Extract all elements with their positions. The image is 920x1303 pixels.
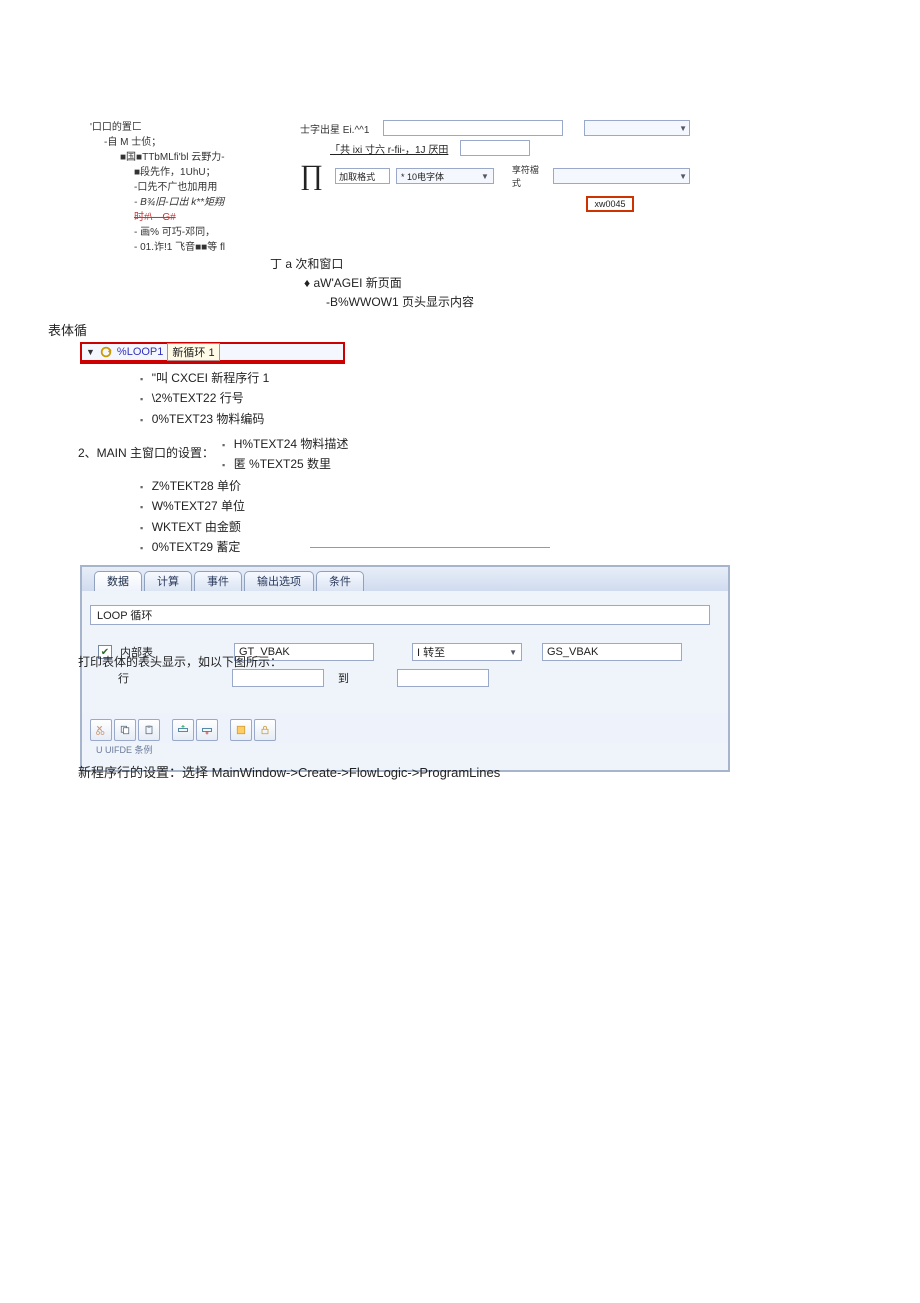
into-dropdown[interactable]: I 转至 ▼ (412, 643, 522, 661)
tl-line: - 01.诈!1 飞音■■等 fl (134, 240, 280, 255)
tab-bar: 数据 计算 事件 输出选项 条件 (82, 567, 728, 591)
chevron-down-icon: ▼ (679, 124, 687, 133)
paste-button[interactable] (138, 719, 160, 741)
paste-icon (143, 724, 155, 736)
tree-node: ♦ aW'AGEI 新页面 (304, 274, 474, 293)
list-item: 匿 %TEXT25 数里 (222, 454, 348, 474)
loop-title-input[interactable]: LOOP 循环 (90, 605, 710, 625)
list-item: Z%TEKT28 单价 (140, 476, 245, 496)
where-toolbar (82, 713, 728, 743)
red-highlight-box: xw0045 (586, 196, 633, 212)
style-dropdown[interactable]: ▼ (584, 120, 690, 136)
into-target-input[interactable]: GS_VBAK (542, 643, 682, 661)
list-item: "叫 CXCEI 新程序行 1 (140, 368, 269, 388)
insert-row-icon (177, 724, 189, 736)
cut-button[interactable] (90, 719, 112, 741)
style-underline-text: 「共 ixi 寸六 r-fii-，1J 厌田 (330, 141, 448, 156)
tree-node-label: aW'AGEI 新页面 (313, 276, 401, 290)
tl-line: -口先不广也加用用 (134, 180, 280, 195)
insert-row-button[interactable] (172, 719, 194, 741)
tree-node: 丁 a 次和窗口 (270, 255, 474, 274)
tl-line: ■段先作，1UhU； (134, 165, 280, 180)
style-header-panel: 士字出星 Ei.^^1 ▼ 「共 ixi 寸六 r-fii-，1J 厌田 ∏ 加… (300, 120, 690, 216)
style-field[interactable] (383, 120, 563, 136)
tl-line: - 画% 可巧-邓同， (134, 225, 280, 240)
tl-line: '口口的置匚 (90, 120, 280, 135)
lock-button[interactable] (254, 719, 276, 741)
chevron-down-icon: ▼ (509, 648, 517, 657)
row-to-input[interactable] (397, 669, 489, 687)
bottom-instruction: 新程序行的设置：选择 MainWindow->Create->FlowLogic… (78, 762, 500, 781)
panel-left-label[interactable]: 加取格式 (335, 168, 390, 184)
tab-calc[interactable]: 计算 (144, 571, 192, 591)
style-field[interactable] (460, 140, 530, 156)
list-item: H%TEXT24 物料描述 (222, 434, 348, 454)
flag-icon (235, 724, 247, 736)
row-from-input[interactable] (232, 669, 324, 687)
row-label: 行 (118, 670, 228, 686)
chevron-down-icon: ▼ (481, 172, 489, 181)
tl-line: -自 M 士侦； (104, 135, 280, 150)
loop-icon (99, 345, 113, 359)
separator (310, 547, 550, 548)
list-item: 0%TEXT23 物料编码 (140, 409, 269, 429)
loop-children-list-b: H%TEXT24 物料描述 匿 %TEXT25 数里 (222, 434, 348, 475)
panel-body: LOOP 循环 ✔ 内部表 GT_VBAK I 转至 ▼ GS_VBAK 行 到 (82, 591, 728, 770)
chevron-down-icon: ▼ (679, 172, 687, 181)
tl-line: ■国■TTbMLfi'bl 云野力- (120, 150, 280, 165)
copy-button[interactable] (114, 719, 136, 741)
tree-node: -B%WWOW1 页头显示内容 (326, 293, 474, 312)
top-left-tree: '口口的置匚 -自 M 士侦； ■国■TTbMLfi'bl 云野力- ■段先作，… (90, 120, 280, 255)
expand-icon[interactable]: ▼ (86, 347, 95, 357)
loop-node-row[interactable]: ▼ %LOOP1 新循环 1 (80, 342, 345, 362)
tab-cond[interactable]: 条件 (316, 571, 364, 591)
list-item: WKTEXT 由金颤 (140, 517, 245, 537)
overlay-caption: 打印表体的表头显示，如以下图所示： (78, 653, 282, 670)
window-tree: 丁 a 次和窗口 ♦ aW'AGEI 新页面 -B%WWOW1 页头显示内容 (270, 255, 474, 313)
where-note: U UIFDE 条例 (82, 743, 728, 760)
tab-output[interactable]: 输出选项 (244, 571, 314, 591)
decorative-glyph: ∏ (300, 160, 323, 192)
section-heading: 表体循 (48, 320, 87, 339)
tab-events[interactable]: 事件 (194, 571, 242, 591)
loop-code: %LOOP1 (117, 346, 163, 358)
font-dropdown[interactable]: * 10电字体 ▼ (396, 168, 494, 184)
font-value: * 10电字体 (401, 170, 444, 183)
into-label: I 转至 (417, 644, 445, 660)
tab-data[interactable]: 数据 (94, 571, 142, 591)
delete-row-button[interactable] (196, 719, 218, 741)
check-button[interactable] (230, 719, 252, 741)
copy-icon (119, 724, 131, 736)
cut-icon (95, 724, 107, 736)
list-item: \2%TEXT22 行号 (140, 388, 269, 408)
list-item: W%TEXT27 单位 (140, 496, 245, 516)
list-item: 0%TEXT29 蓄定 (140, 537, 245, 557)
highlight-underline (80, 362, 345, 364)
tl-line: - B¾旧-口出 k**矩翔 (134, 195, 280, 210)
section-label: 2、MAIN 主窗口的设置： (78, 444, 214, 461)
loop-children-list: "叫 CXCEI 新程序行 1 \2%TEXT22 行号 0%TEXT23 物料… (140, 368, 269, 429)
tl-line-strike: 时#\—G# (134, 210, 280, 225)
char-format-label: 享符檔式 (512, 163, 547, 189)
to-label: 到 (338, 670, 349, 686)
char-format-dropdown[interactable]: ▼ (553, 168, 690, 184)
style-label: 士字出星 Ei.^^1 (300, 121, 369, 136)
loop-children-list-c: Z%TEKT28 单价 W%TEXT27 单位 WKTEXT 由金颤 0%TEX… (140, 476, 245, 558)
loop-name: 新循环 1 (167, 343, 219, 361)
lock-icon (259, 724, 271, 736)
delete-row-icon (201, 724, 213, 736)
